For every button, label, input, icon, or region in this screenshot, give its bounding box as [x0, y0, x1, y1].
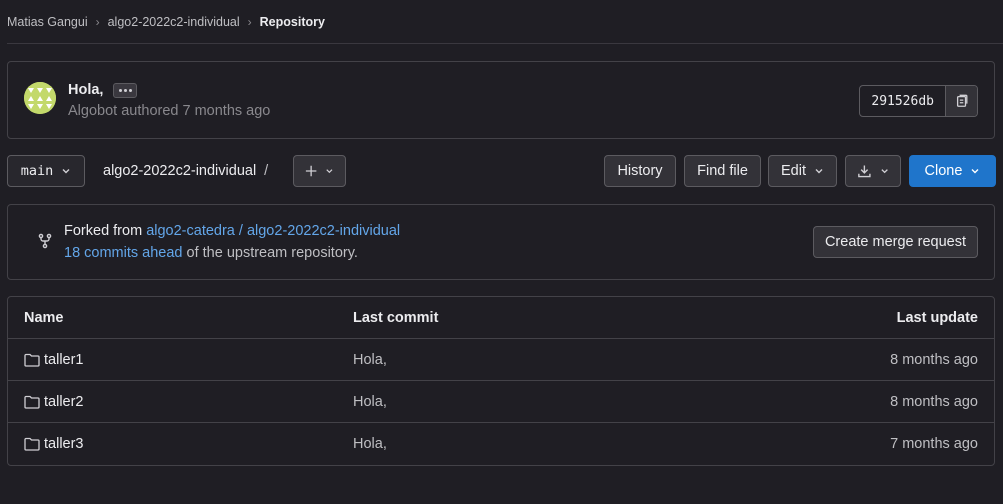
chevron-down-icon [815, 169, 823, 174]
fork-ahead-suffix: of the upstream repository. [186, 245, 358, 261]
table-row[interactable]: taller3 Hola, 7 months ago [8, 423, 994, 465]
commit-meta: Algobot authored 7 months ago [68, 103, 270, 119]
last-update-cell: 7 months ago [890, 436, 978, 452]
commit-sha-group: 291526db [859, 85, 978, 117]
branch-name: main [20, 163, 54, 179]
table-header: Name Last commit Last update [8, 297, 994, 339]
chevron-down-icon [62, 169, 70, 174]
commit-title[interactable]: Hola, [68, 82, 103, 98]
ellipsis-icon[interactable] [113, 82, 138, 98]
commits-ahead-link[interactable]: 18 commits ahead [64, 245, 182, 261]
last-commit-card: Hola, Algobot authored 7 months ago 2915… [7, 61, 995, 139]
chevron-down-icon [971, 169, 979, 174]
clone-button[interactable]: Clone [909, 155, 996, 187]
repo-toolbar: main algo2-2022c2-individual / History F… [7, 155, 996, 187]
breadcrumb-project[interactable]: algo2-2022c2-individual [108, 15, 240, 29]
chevron-right-icon: › [247, 14, 252, 29]
last-commit-cell[interactable]: Hola, [353, 381, 387, 423]
commit-author[interactable]: Algobot [68, 103, 117, 119]
folder-name[interactable]: taller3 [44, 436, 84, 452]
column-header-name: Name [24, 310, 64, 326]
fork-icon [38, 233, 52, 249]
create-merge-request-button[interactable]: Create merge request [812, 226, 978, 258]
path-separator: / [264, 163, 269, 179]
commit-title-row: Hola, [68, 82, 138, 98]
repo-path-root[interactable]: algo2-2022c2-individual [103, 163, 256, 179]
chevron-down-icon [326, 169, 333, 174]
commit-meta-suffix: authored 7 months ago [121, 103, 271, 119]
breadcrumb: Matias Gangui › algo2-2022c2-individual … [7, 0, 1003, 44]
find-file-button[interactable]: Find file [684, 155, 761, 187]
fork-prefix: Forked from [64, 223, 143, 239]
fork-source-line: Forked from algo2-catedra / algo2-2022c2… [64, 223, 400, 239]
avatar[interactable] [24, 82, 56, 114]
column-header-last-commit: Last commit [353, 310, 439, 326]
commit-sha[interactable]: 291526db [860, 86, 945, 116]
branch-selector[interactable]: main [7, 155, 85, 187]
download-button[interactable] [845, 155, 901, 187]
file-name-cell[interactable]: taller2 [24, 381, 84, 423]
column-header-last-update: Last update [896, 310, 978, 326]
fork-ahead-line: 18 commits ahead of the upstream reposit… [64, 245, 358, 261]
folder-name[interactable]: taller2 [44, 394, 84, 410]
chevron-right-icon: › [95, 14, 100, 29]
folder-icon [24, 395, 40, 409]
edit-button[interactable]: Edit [768, 155, 837, 187]
last-update-cell: 8 months ago [890, 394, 978, 410]
repo-path: algo2-2022c2-individual / [103, 155, 268, 187]
fork-info-card: Forked from algo2-catedra / algo2-2022c2… [7, 204, 995, 280]
last-commit-cell[interactable]: Hola, [353, 423, 387, 465]
breadcrumb-user[interactable]: Matias Gangui [7, 15, 88, 29]
plus-icon [305, 165, 317, 177]
breadcrumb-current[interactable]: Repository [260, 15, 325, 29]
add-dropdown-button[interactable] [293, 155, 346, 187]
fork-source-link[interactable]: algo2-catedra / algo2-2022c2-individual [146, 223, 400, 239]
chevron-down-icon [881, 169, 888, 174]
history-button[interactable]: History [604, 155, 676, 187]
last-commit-cell[interactable]: Hola, [353, 339, 387, 381]
folder-name[interactable]: taller1 [44, 352, 84, 368]
table-row[interactable]: taller2 Hola, 8 months ago [8, 381, 994, 423]
copy-icon[interactable] [945, 86, 977, 116]
download-icon [858, 165, 871, 178]
folder-icon [24, 353, 40, 367]
clone-label: Clone [924, 163, 963, 179]
last-update-cell: 8 months ago [890, 352, 978, 368]
edit-label: Edit [781, 163, 806, 179]
table-row[interactable]: taller1 Hola, 8 months ago [8, 339, 994, 381]
file-tree-table: Name Last commit Last update taller1 Hol… [7, 296, 995, 466]
folder-icon [24, 437, 40, 451]
file-name-cell[interactable]: taller3 [24, 423, 84, 465]
file-name-cell[interactable]: taller1 [24, 339, 84, 381]
